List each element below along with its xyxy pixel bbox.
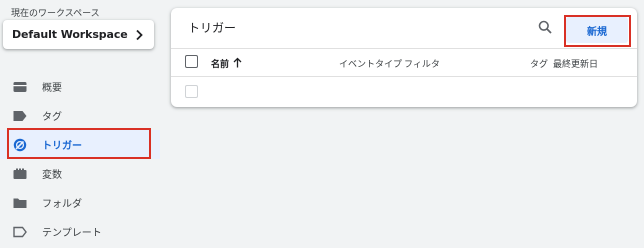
sidebar-item-tags[interactable]: タグ bbox=[0, 101, 160, 130]
workspace-caption: 現在のワークスペース bbox=[11, 9, 100, 19]
column-header-tag[interactable]: タグ bbox=[530, 57, 548, 70]
sidebar-nav: 概要 タグ トリガー 変数 フォルダ テンプレート bbox=[0, 72, 160, 246]
workspace-name: Default Workspace bbox=[12, 28, 128, 41]
template-icon bbox=[12, 224, 28, 240]
sidebar: 現在のワークスペース Default Workspace 概要 タグ トリガー … bbox=[0, 0, 160, 248]
sidebar-item-folders[interactable]: フォルダ bbox=[0, 188, 160, 217]
select-all-checkbox[interactable] bbox=[185, 55, 198, 68]
new-button-label: 新規 bbox=[587, 26, 607, 38]
divider bbox=[171, 76, 637, 77]
sidebar-item-label: 概要 bbox=[42, 83, 62, 94]
overview-icon bbox=[12, 79, 28, 95]
variable-icon bbox=[12, 166, 28, 182]
sidebar-item-label: フォルダ bbox=[42, 199, 82, 210]
gtm-triggers-page: 現在のワークスペース Default Workspace 概要 タグ トリガー … bbox=[0, 0, 644, 248]
sidebar-item-overview[interactable]: 概要 bbox=[0, 72, 160, 101]
row-checkbox[interactable] bbox=[185, 85, 198, 98]
sidebar-item-label: 変数 bbox=[42, 170, 62, 181]
search-icon bbox=[538, 19, 552, 38]
sort-ascending-icon[interactable] bbox=[232, 56, 242, 68]
divider bbox=[171, 48, 637, 49]
sidebar-item-label: タグ bbox=[42, 112, 62, 123]
trigger-icon bbox=[12, 137, 28, 153]
tag-icon bbox=[12, 108, 28, 124]
chevron-right-icon bbox=[133, 29, 145, 41]
sidebar-item-label: テンプレート bbox=[42, 228, 102, 239]
sidebar-item-templates[interactable]: テンプレート bbox=[0, 217, 160, 246]
search-button[interactable] bbox=[537, 20, 553, 36]
sidebar-item-label: トリガー bbox=[42, 141, 82, 152]
workspace-selector[interactable]: Default Workspace bbox=[3, 20, 154, 49]
column-header-event-type[interactable]: イベントタイプ bbox=[339, 57, 402, 70]
folder-icon bbox=[12, 195, 28, 211]
sidebar-item-variables[interactable]: 変数 bbox=[0, 159, 160, 188]
column-header-last-updated[interactable]: 最終更新日 bbox=[553, 57, 598, 70]
new-trigger-button[interactable]: 新規 bbox=[566, 17, 628, 43]
page-title: トリガー bbox=[188, 21, 237, 35]
column-header-name[interactable]: 名前 bbox=[211, 57, 229, 70]
column-header-filter[interactable]: フィルタ bbox=[404, 57, 440, 70]
triggers-card: トリガー 新規 名前 イベントタイプ フィルタ タグ 最終更新日 bbox=[171, 8, 637, 107]
sidebar-item-triggers[interactable]: トリガー bbox=[0, 130, 160, 159]
